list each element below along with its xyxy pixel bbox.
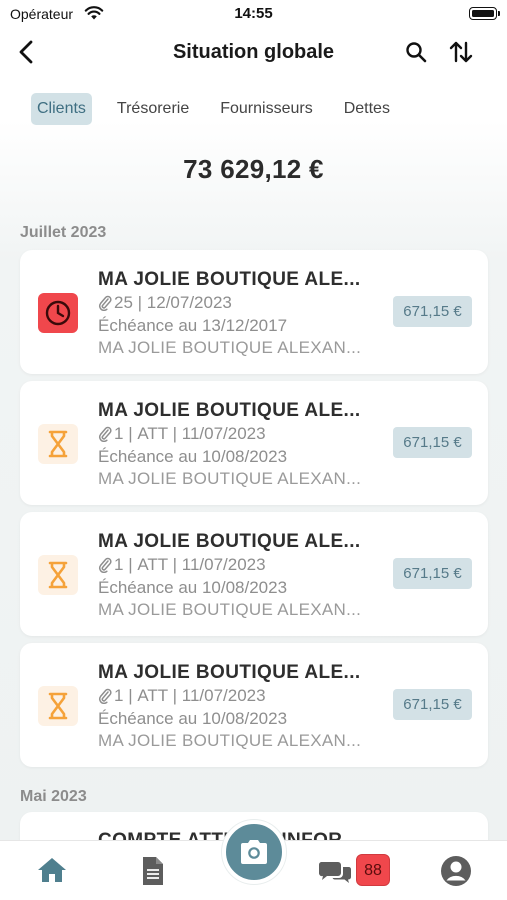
attachment-count: 1 [114, 424, 124, 443]
page-title: Situation globale [172, 41, 335, 63]
amount-badge: 671,15 € [393, 689, 472, 720]
segment-tabs: Clients Trésorerie Fournisseurs Dettes [31, 93, 415, 125]
due-date: Échéance au 10/08/2023 [98, 578, 288, 597]
invoice-meta: 1 | ATT | 11/07/2023 [98, 686, 266, 706]
total-amount: 73 629,12 € [183, 154, 324, 184]
home-icon[interactable] [36, 855, 68, 885]
waiting-status-badge [38, 424, 78, 464]
battery-icon [469, 7, 500, 20]
client-name: MA JOLIE BOUTIQUE ALE... [98, 400, 361, 421]
camera-icon [241, 840, 267, 864]
paperclip-icon [98, 557, 112, 573]
amount-badge: 671,15 € [393, 296, 472, 327]
attachment-count: 25 [114, 293, 133, 312]
chat-icon[interactable] [318, 859, 352, 885]
paperclip-icon [98, 688, 112, 704]
amount-badge: 671,15 € [393, 558, 472, 589]
invoice-card[interactable]: MA JOLIE BOUTIQUE ALE... 1 | ATT | 11/07… [20, 643, 488, 767]
hourglass-icon [48, 430, 68, 458]
meta-separator: | [123, 686, 138, 705]
amount-badge: 671,15 € [393, 427, 472, 458]
meta-separator: | [132, 293, 147, 312]
invoice-description: MA JOLIE BOUTIQUE ALEXAN... [98, 731, 362, 750]
invoice-status-date: ATT | 11/07/2023 [137, 686, 266, 705]
document-icon[interactable] [140, 855, 166, 887]
invoice-meta: 1 | ATT | 11/07/2023 [98, 424, 266, 444]
invoice-card[interactable]: MA JOLIE BOUTIQUE ALE... 1 | ATT | 11/07… [20, 381, 488, 505]
clock: 14:55 [234, 5, 273, 22]
invoice-card[interactable]: MA JOLIE BOUTIQUE ALE... 1 | ATT | 11/07… [20, 512, 488, 636]
invoice-meta: 25 | 12/07/2023 [98, 293, 232, 313]
hourglass-icon [48, 561, 68, 589]
due-date: Échéance au 13/12/2017 [98, 316, 288, 335]
due-date: Échéance au 10/08/2023 [98, 447, 288, 466]
meta-separator: | [123, 555, 138, 574]
client-name: MA JOLIE BOUTIQUE ALE... [98, 269, 361, 290]
invoice-status-date: ATT | 11/07/2023 [137, 555, 266, 574]
status-bar: Opérateur 14:55 [0, 0, 507, 30]
sort-icon[interactable] [448, 39, 474, 65]
section-header: Mai 2023 [20, 788, 87, 805]
client-name: MA JOLIE BOUTIQUE ALE... [98, 531, 361, 552]
paperclip-icon [98, 426, 112, 442]
waiting-status-badge [38, 686, 78, 726]
invoice-status-date: ATT | 11/07/2023 [137, 424, 266, 443]
tab-tresorerie[interactable]: Trésorerie [111, 93, 195, 125]
camera-button[interactable] [222, 820, 286, 884]
tab-clients[interactable]: Clients [31, 93, 92, 125]
late-status-badge [38, 293, 78, 333]
due-date: Échéance au 10/08/2023 [98, 709, 288, 728]
chat-notification-badge: 88 [356, 854, 390, 886]
paperclip-icon [98, 295, 112, 311]
waiting-status-badge [38, 555, 78, 595]
client-name: MA JOLIE BOUTIQUE ALE... [98, 662, 361, 683]
invoice-date: 12/07/2023 [146, 293, 232, 312]
section-header: Juillet 2023 [20, 224, 107, 241]
profile-icon[interactable] [440, 855, 472, 887]
tab-fournisseurs[interactable]: Fournisseurs [214, 93, 318, 125]
meta-separator: | [123, 424, 138, 443]
attachment-count: 1 [114, 686, 124, 705]
hourglass-icon [48, 692, 68, 720]
invoice-card[interactable]: MA JOLIE BOUTIQUE ALE... 25 | 12/07/2023… [20, 250, 488, 374]
clock-icon [45, 300, 71, 326]
invoice-description: MA JOLIE BOUTIQUE ALEXAN... [98, 338, 362, 357]
attachment-count: 1 [114, 555, 124, 574]
invoice-meta: 1 | ATT | 11/07/2023 [98, 555, 266, 575]
invoice-description: MA JOLIE BOUTIQUE ALEXAN... [98, 600, 362, 619]
search-icon[interactable] [404, 40, 428, 64]
tab-dettes[interactable]: Dettes [338, 93, 396, 125]
invoice-description: MA JOLIE BOUTIQUE ALEXAN... [98, 469, 362, 488]
nav-bar: Situation globale [0, 30, 507, 74]
